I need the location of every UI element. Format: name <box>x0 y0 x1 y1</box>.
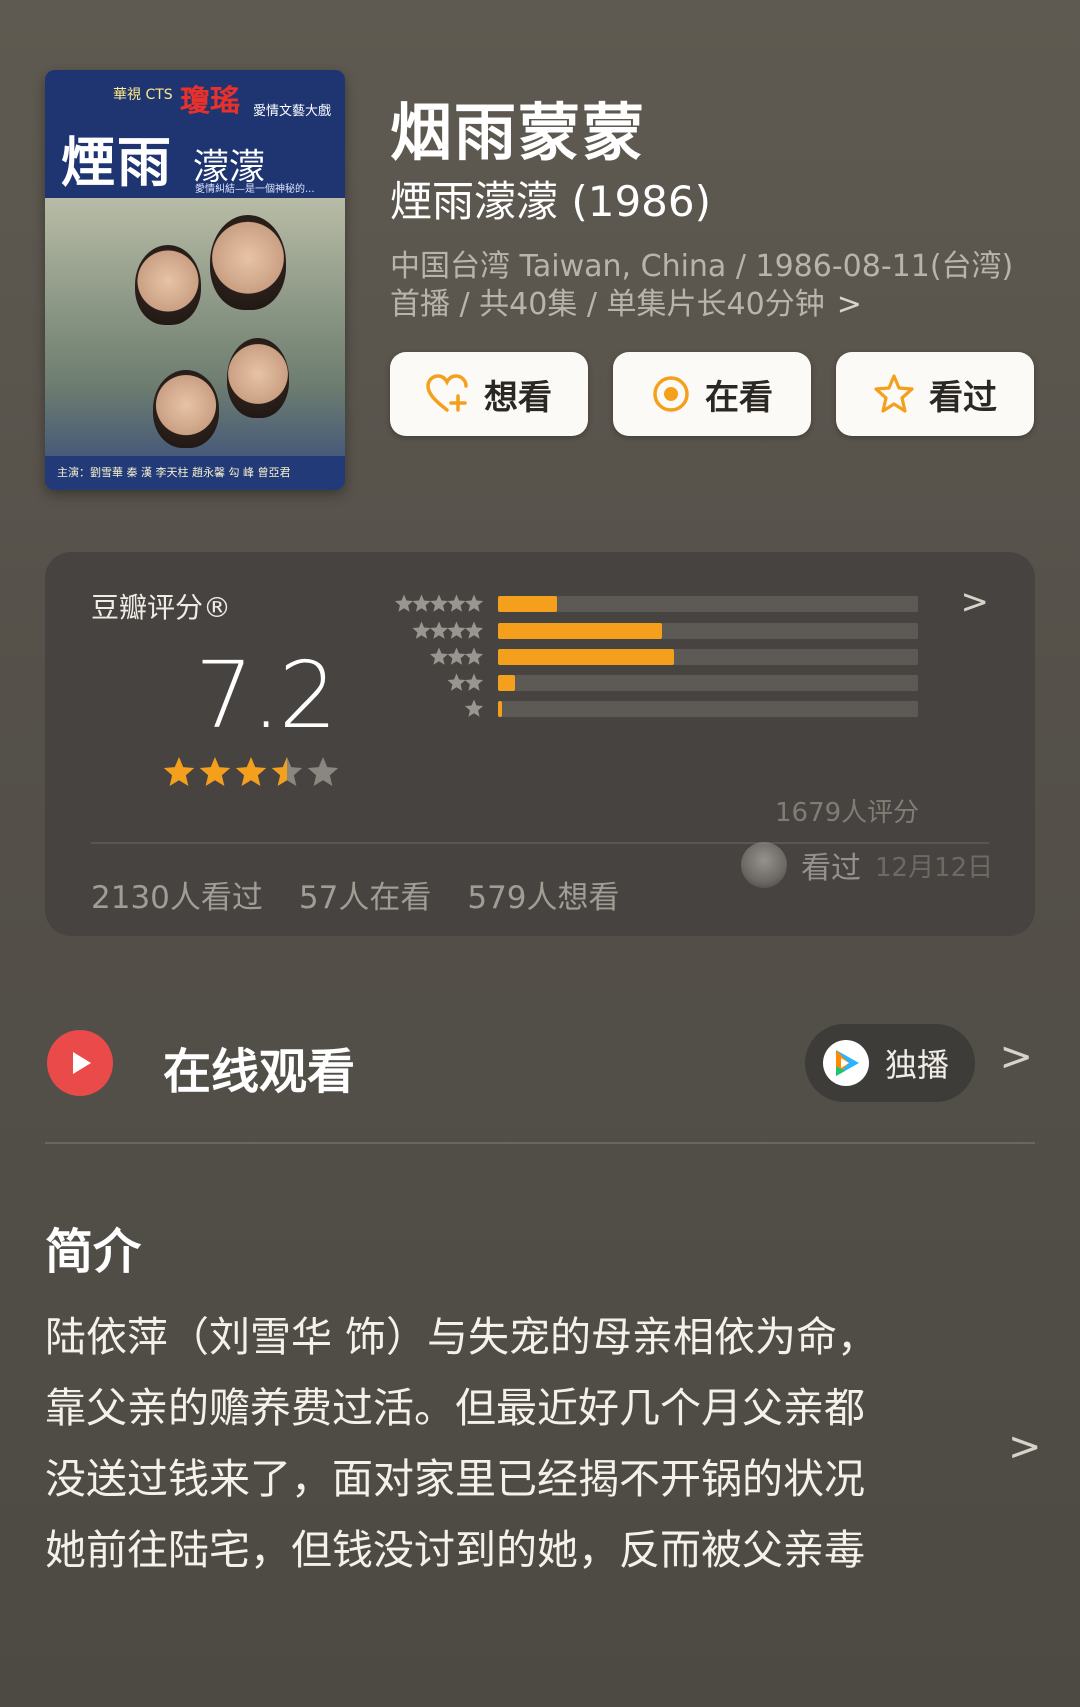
synopsis-line: 靠父亲的赡养费过活。但最近好几个月父亲都 <box>45 1384 865 1432</box>
rating-score: 7.2 <box>195 642 337 749</box>
rating-star-icon <box>235 757 267 786</box>
rating-star-icon <box>163 757 195 786</box>
synopsis-line: 陆依萍（刘雪华 饰）与失宠的母亲相依为命， <box>45 1313 879 1361</box>
play-icon <box>47 1030 113 1096</box>
avatar <box>741 842 787 888</box>
rating-star-icon <box>307 757 339 786</box>
poster-tagline: 愛情糾結—是一個神秘的... <box>195 184 315 195</box>
distribution-bar-fill <box>498 596 557 612</box>
distribution-bar-fill <box>498 701 503 717</box>
poster-cast-credits: 主演：劉雪華 秦 漢 李天柱 趙永馨 勾 峰 曾亞君 <box>45 456 345 490</box>
poster-image[interactable]: 華視 CTS 瓊瑤 愛情文藝大戲 煙雨 濛濛 愛情糾結—是一個神秘的... 主演… <box>45 70 345 490</box>
chevron-right-icon: > <box>836 287 862 322</box>
poster-title: 煙雨 <box>61 130 173 194</box>
watching-label: 在看 <box>705 377 773 418</box>
meta-info[interactable]: 中国台湾 Taiwan, China / 1986-08-11(台湾) 首播 /… <box>390 248 1040 324</box>
douban-rating-card[interactable]: 豆瓣评分® > 7.2 1679人评分 2130人看过 57人在看 579人想看… <box>45 552 1035 936</box>
my-status-date: 12月12日 <box>875 852 994 883</box>
online-watch-row[interactable]: 在线观看 独播 > <box>45 1024 1035 1124</box>
chevron-right-icon[interactable]: > <box>999 1034 1033 1080</box>
divider <box>45 1142 1035 1144</box>
rating-count: 1679人评分 <box>775 798 920 828</box>
distribution-bar-fill <box>498 623 662 639</box>
rating-star-icon <box>271 757 303 786</box>
chevron-right-icon[interactable]: > <box>961 582 990 622</box>
distribution-bar-fill <box>498 675 515 691</box>
page-title: 烟雨蒙蒙 <box>390 96 647 169</box>
distribution-stars-2 <box>447 673 483 691</box>
watched-count: 2130人看过 <box>91 880 263 916</box>
chevron-right-icon[interactable]: > <box>1008 1424 1042 1470</box>
my-status-label: 看过 <box>801 851 861 886</box>
video-platform-logo-icon <box>823 1040 869 1086</box>
distribution-bar-1 <box>498 701 918 717</box>
meta-line-1: 中国台湾 Taiwan, China / 1986-08-11(台湾) <box>390 249 1014 284</box>
poster-logo: 華視 CTS <box>113 87 173 103</box>
poster-brand: 瓊瑤 <box>180 84 240 119</box>
distribution-bar-fill <box>498 649 675 665</box>
original-title: 煙雨濛濛 (1986) <box>390 177 712 226</box>
distribution-stars-3 <box>429 647 483 665</box>
my-status[interactable]: 看过 12月12日 <box>741 842 993 888</box>
distribution-stars-1 <box>464 699 483 717</box>
exclusive-platform-button[interactable]: 独播 <box>805 1024 975 1102</box>
rating-star-icon <box>199 757 231 786</box>
heart-plus-icon <box>426 374 468 412</box>
star-outline-icon <box>874 374 914 413</box>
synopsis-line: 没送过钱来了，面对家里已经揭不开锅的状况 <box>45 1455 865 1503</box>
rating-label: 豆瓣评分® <box>91 591 232 624</box>
synopsis-heading: 简介 <box>45 1224 142 1280</box>
watched-button[interactable]: 看过 <box>836 352 1034 436</box>
distribution-bar-3 <box>498 649 918 665</box>
want-to-watch-label: 想看 <box>484 377 552 418</box>
online-watch-title: 在线观看 <box>163 1044 356 1100</box>
poster-cast-portraits <box>115 210 325 450</box>
distribution-bar-2 <box>498 675 918 691</box>
synopsis-text[interactable]: 陆依萍（刘雪华 饰）与失宠的母亲相依为命， 靠父亲的赡养费过活。但最近好几个月父… <box>45 1302 965 1586</box>
distribution-bar-4 <box>498 623 918 639</box>
distribution-stars-4 <box>412 621 483 639</box>
meta-line-2: 首播 / 共40集 / 单集片长40分钟 <box>390 287 825 322</box>
watch-stats: 2130人看过 57人在看 579人想看 <box>91 872 620 917</box>
exclusive-label: 独播 <box>885 1046 950 1084</box>
distribution-bar-5 <box>498 596 918 612</box>
synopsis-line: 她前往陆宅，但钱没讨到的她，反而被父亲毒 <box>45 1526 865 1574</box>
rating-stars <box>163 757 339 786</box>
watched-label: 看过 <box>929 377 997 418</box>
want-to-watch-button[interactable]: 想看 <box>390 352 588 436</box>
watching-count: 57人在看 <box>298 880 432 916</box>
target-icon <box>653 376 689 412</box>
poster-brand-sub: 愛情文藝大戲 <box>253 104 332 119</box>
distribution-stars-5 <box>394 594 483 612</box>
want-count: 579人想看 <box>467 880 620 916</box>
watching-button[interactable]: 在看 <box>613 352 811 436</box>
